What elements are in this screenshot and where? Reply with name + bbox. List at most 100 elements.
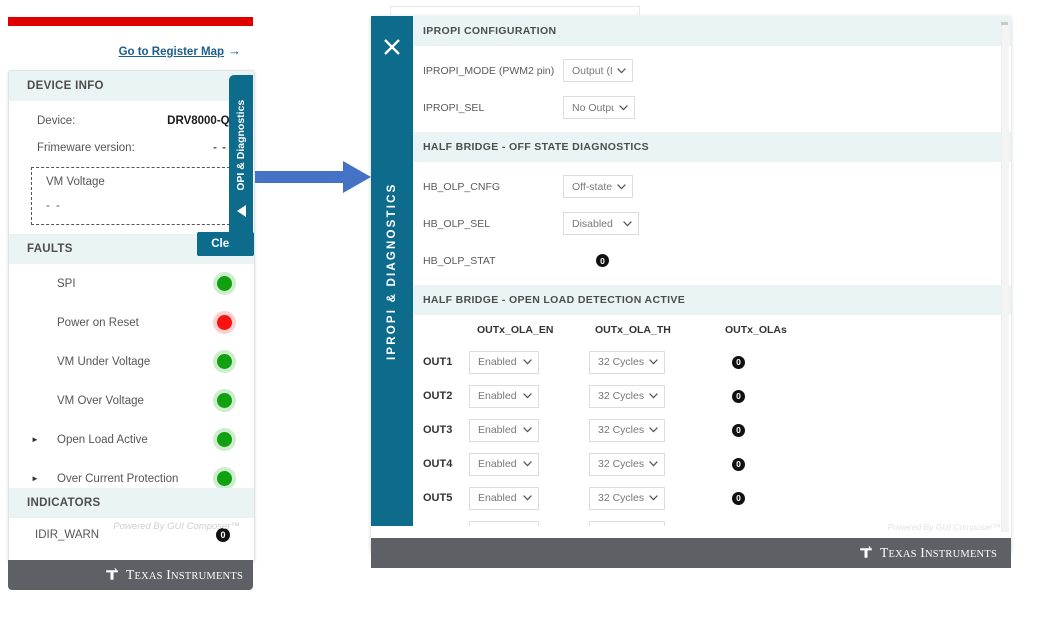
ola-status-bit: 0 bbox=[732, 390, 745, 403]
chevron-down-icon bbox=[649, 390, 658, 402]
arrow-right-icon: → bbox=[228, 43, 241, 58]
chevron-down-icon bbox=[619, 102, 628, 114]
chevron-down-icon bbox=[617, 65, 626, 77]
fault-label: Over Current Protection bbox=[43, 473, 217, 485]
row-ipropi-sel: IPROPI_SEL No Output bbox=[413, 89, 1011, 126]
chevron-down-icon bbox=[523, 424, 532, 436]
ola-en-select[interactable]: Enabled bbox=[469, 419, 539, 442]
hb-olp-stat-label: HB_OLP_STAT bbox=[423, 255, 563, 267]
row-hb-olp-stat: HB_OLP_STAT 0 bbox=[413, 242, 1011, 279]
open-load-table: OUTx_OLA_EN OUTx_OLA_TH OUTx_OLAs OUT1 E… bbox=[413, 315, 1011, 526]
ola-en-select[interactable]: Enabled bbox=[469, 351, 539, 374]
ola-th-select[interactable]: 32 Cycles bbox=[589, 419, 665, 442]
ipropi-mode-select[interactable]: Output (IPRI bbox=[563, 59, 633, 82]
ola-th-value: 32 Cycles bbox=[598, 356, 644, 368]
ola-en-value: Enabled bbox=[478, 424, 518, 436]
ipropi-sel-select[interactable]: No Output bbox=[563, 96, 635, 119]
row-hb-olp-sel: HB_OLP_SEL Disabled bbox=[413, 205, 1011, 242]
firmware-label: Frimeware version: bbox=[37, 142, 135, 154]
powered-by-gui-composer-label: Powered By GUI Composer™ bbox=[888, 522, 1001, 532]
ola-status-bit: 0 bbox=[732, 356, 745, 369]
ola-th-select[interactable]: 32 Cycles bbox=[589, 487, 665, 510]
section-header-indicators: INDICATORS bbox=[9, 488, 254, 518]
ola-status-bit: 0 bbox=[732, 424, 745, 437]
left-panel-collapse-toggle[interactable] bbox=[229, 190, 253, 232]
close-icon[interactable] bbox=[371, 30, 413, 64]
chevron-down-icon bbox=[649, 492, 658, 504]
ola-status-bit: 0 bbox=[732, 458, 745, 471]
status-led-green bbox=[217, 276, 232, 291]
ipropi-diagnostics-dialog: IPROPI & DIAGNOSTICS IPROPI CONFIGURATIO… bbox=[371, 16, 1011, 552]
texas-instruments-wordmark: TEXAS INSTRUMENTS bbox=[126, 567, 243, 583]
screenshot-root: Go to Register Map → DEVICE INFO Device: … bbox=[0, 0, 1051, 617]
go-to-register-map-link[interactable]: Go to Register Map bbox=[119, 46, 224, 58]
right-panel-sidebar: IPROPI & DIAGNOSTICS bbox=[371, 16, 413, 526]
ola-en-select[interactable]: Enabled bbox=[469, 385, 539, 408]
ola-th-value: 32 Cycles bbox=[598, 424, 644, 436]
ola-en-value: Enabled bbox=[478, 356, 518, 368]
powered-by-gui-composer-label: Powered By GUI Composer™ bbox=[9, 521, 254, 532]
fault-label: SPI bbox=[43, 278, 217, 290]
fault-row[interactable]: Power on Reset bbox=[9, 303, 254, 342]
table-row: OUT4 Enabled 32 Cycles 0 bbox=[423, 447, 1011, 481]
row-ipropi-mode: IPROPI_MODE (PWM2 pin) Output (IPRI bbox=[413, 52, 1011, 89]
ola-th-select[interactable]: 32 Cycles bbox=[589, 385, 665, 408]
status-led-green bbox=[217, 432, 232, 447]
ola-en-value: Enabled bbox=[478, 492, 518, 504]
col-header-outx-ola-en: OUTx_OLA_EN bbox=[469, 324, 589, 336]
fault-row[interactable]: SPI bbox=[9, 264, 254, 303]
section-header-open-load-detection-active: HALF BRIDGE - OPEN LOAD DETECTION ACTIVE bbox=[413, 285, 1011, 315]
device-value: DRV8000-Q1 bbox=[167, 115, 236, 127]
right-panel-sidebar-label: IPROPI & DIAGNOSTICS bbox=[371, 71, 413, 471]
right-panel-top-edge bbox=[390, 6, 640, 15]
ola-en-value: Enabled bbox=[478, 390, 518, 402]
fault-row[interactable]: VM Under Voltage bbox=[9, 342, 254, 381]
chevron-down-icon bbox=[649, 424, 658, 436]
ola-en-select[interactable]: Enabled bbox=[469, 453, 539, 476]
table-header-row: OUTx_OLA_EN OUTx_OLA_TH OUTx_OLAs bbox=[423, 315, 1011, 345]
ola-th-select[interactable]: 32 Cycles bbox=[589, 453, 665, 476]
hb-olp-cnfg-value: Off-state diѕ bbox=[572, 181, 612, 193]
expand-caret-icon[interactable]: ► bbox=[31, 435, 43, 444]
out-name: OUT3 bbox=[423, 424, 469, 436]
ola-en-select[interactable]: Enabled bbox=[469, 487, 539, 510]
hb-olp-sel-select[interactable]: Disabled bbox=[563, 212, 639, 235]
table-row: OUT1 Enabled 32 Cycles 0 bbox=[423, 345, 1011, 379]
chevron-down-icon bbox=[623, 218, 632, 230]
chevron-down-icon bbox=[617, 181, 626, 193]
chevron-down-icon bbox=[523, 390, 532, 402]
fault-label: Power on Reset bbox=[43, 317, 217, 329]
table-row: OUT3 Enabled 32 Cycles 0 bbox=[423, 413, 1011, 447]
fault-label: VM Over Voltage bbox=[43, 395, 217, 407]
ola-en-select[interactable]: Enabled bbox=[469, 521, 539, 527]
right-panel-footer: TEXAS INSTRUMENTS bbox=[371, 538, 1011, 568]
ola-th-value: 32 Cycles bbox=[598, 458, 644, 470]
ipropi-mode-value: Output (IPRI bbox=[572, 65, 612, 77]
texas-instruments-logo-icon bbox=[104, 567, 120, 583]
chevron-down-icon bbox=[523, 458, 532, 470]
table-row: OUT5 Enabled 32 Cycles 0 bbox=[423, 481, 1011, 515]
expand-caret-icon[interactable]: ► bbox=[31, 474, 43, 483]
device-info-row-firmware: Frimeware version: - - - bbox=[9, 134, 254, 161]
fault-label: Open Load Active bbox=[43, 434, 217, 446]
hb-olp-stat-bit-value: 0 bbox=[596, 254, 609, 267]
fault-row[interactable]: ► Open Load Active bbox=[9, 420, 254, 459]
ipropi-mode-label: IPROPI_MODE (PWM2 pin) bbox=[423, 65, 563, 77]
col-header-outx-ola-th: OUTx_OLA_TH bbox=[589, 324, 699, 336]
col-header-outx-olas: OUTx_OLAs bbox=[699, 324, 809, 336]
fault-row[interactable]: VM Over Voltage bbox=[9, 381, 254, 420]
status-led-green bbox=[217, 354, 232, 369]
out-name: OUT4 bbox=[423, 458, 469, 470]
ipropi-sel-value: No Output bbox=[572, 102, 614, 114]
out-name: OUT2 bbox=[423, 390, 469, 402]
section-header-device-info: DEVICE INFO bbox=[9, 71, 254, 101]
hb-olp-cnfg-select[interactable]: Off-state diѕ bbox=[563, 175, 633, 198]
vertical-scrollbar-track[interactable] bbox=[1001, 22, 1009, 532]
ola-th-select[interactable]: 32 Cycles bbox=[589, 351, 665, 374]
device-info-row-device: Device: DRV8000-Q1 bbox=[9, 107, 254, 134]
vertical-scrollbar-thumb[interactable] bbox=[1001, 22, 1008, 25]
left-panel-card: DEVICE INFO Device: DRV8000-Q1 Frimeware… bbox=[8, 70, 255, 562]
triangle-left-icon bbox=[237, 205, 246, 217]
ola-status-bit: 0 bbox=[732, 526, 745, 527]
ola-th-select[interactable]: 32 Cycles bbox=[589, 521, 665, 527]
